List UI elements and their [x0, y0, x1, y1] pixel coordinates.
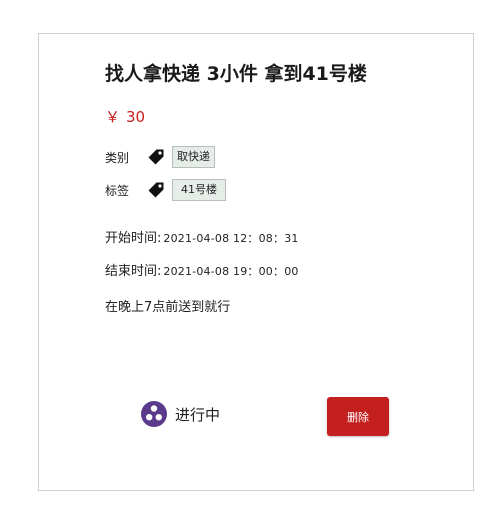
- location-tag: 41号楼: [172, 179, 226, 201]
- price-value: 30: [126, 108, 146, 126]
- end-time-row: 结束时间: 2021-04-08 19：00：00: [105, 260, 299, 279]
- delete-button[interactable]: 删除: [327, 397, 389, 436]
- task-price: ￥ 30: [105, 106, 145, 127]
- start-time-value: 2021-04-08 12：08：31: [163, 232, 299, 245]
- task-card: 找人拿快递 3小件 拿到41号楼 ￥ 30 类别 取快递 标签 41号楼 开始时间…: [38, 33, 474, 491]
- end-time-label: 结束时间:: [105, 264, 162, 279]
- category-row: 类别 取快递: [105, 145, 215, 169]
- end-time-value: 2021-04-08 19：00：00: [163, 265, 299, 278]
- tag-icon: [147, 181, 165, 199]
- category-label: 类别: [105, 150, 130, 165]
- status-text: 进行中: [175, 405, 221, 424]
- currency-symbol: ￥: [105, 108, 121, 126]
- task-description: 在晚上7点前送到就行: [105, 300, 231, 315]
- tag-icon: [147, 148, 165, 166]
- in-progress-dots-icon: [141, 401, 167, 427]
- task-title: 找人拿快递 3小件 拿到41号楼: [105, 63, 367, 85]
- tag-row: 标签 41号楼: [105, 178, 226, 202]
- status-indicator: 进行中: [141, 401, 220, 427]
- category-tag: 取快递: [172, 146, 215, 168]
- start-time-label: 开始时间:: [105, 231, 162, 246]
- tag-label: 标签: [105, 183, 130, 198]
- start-time-row: 开始时间: 2021-04-08 12：08：31: [105, 227, 299, 246]
